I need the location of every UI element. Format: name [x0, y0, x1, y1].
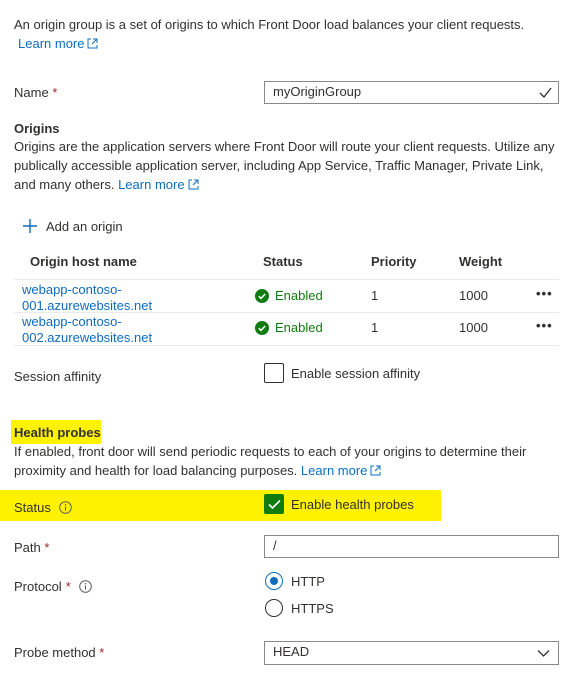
origin-host-line1: webapp-contoso- — [22, 314, 122, 329]
weight-cell: 1000 — [459, 320, 488, 335]
origins-learn-more-link[interactable]: Learn more — [118, 177, 199, 192]
table-divider — [14, 345, 559, 346]
intro-text: An origin group is a set of origins to w… — [14, 15, 554, 34]
more-actions-button[interactable]: ••• — [536, 318, 553, 333]
status-text: Enabled — [275, 320, 323, 335]
checkbox-box — [264, 494, 284, 514]
external-link-icon — [370, 465, 381, 476]
protocol-option-label: HTTP — [291, 573, 325, 589]
origins-heading: Origins — [14, 121, 60, 136]
origin-host-link[interactable]: webapp-contoso- 001.azurewebsites.net — [22, 282, 152, 314]
external-link-icon — [188, 179, 199, 190]
origins-description-text: Origins are the application servers wher… — [14, 139, 555, 192]
health-probes-heading: Health probes — [14, 425, 101, 440]
health-probes-description: If enabled, front door will send periodi… — [14, 442, 559, 480]
name-input[interactable]: myOriginGroup — [264, 81, 559, 104]
table-row: webapp-contoso- 002.azurewebsites.net En… — [14, 313, 559, 345]
required-mark: * — [65, 579, 71, 594]
path-input-value: / — [273, 538, 277, 553]
session-affinity-checkbox[interactable]: Enable session affinity — [264, 363, 420, 383]
column-header-weight: Weight — [459, 254, 503, 269]
success-check-icon — [255, 320, 269, 335]
path-label: Path * — [14, 540, 49, 555]
info-icon[interactable] — [78, 580, 92, 593]
origin-host-line1: webapp-contoso- — [22, 282, 122, 297]
origins-description: Origins are the application servers wher… — [14, 137, 559, 194]
weight-cell: 1000 — [459, 288, 488, 303]
radio-button — [265, 572, 283, 590]
path-label-text: Path — [14, 540, 41, 555]
radio-button — [265, 599, 283, 617]
column-header-host: Origin host name — [30, 254, 137, 269]
origin-host-link[interactable]: webapp-contoso- 002.azurewebsites.net — [22, 314, 152, 346]
enable-health-probes-checkbox[interactable]: Enable health probes — [264, 494, 414, 514]
health-probes-learn-more-label: Learn more — [300, 463, 368, 478]
status-text: Enabled — [275, 288, 323, 303]
name-label: Name * — [14, 85, 57, 100]
intro-learn-more-link[interactable]: Learn more — [18, 34, 98, 53]
status-label-text: Status — [14, 500, 51, 515]
plus-icon — [23, 219, 37, 233]
session-affinity-checkbox-label: Enable session affinity — [291, 365, 421, 381]
checkbox-box — [264, 363, 284, 383]
required-mark: * — [52, 85, 58, 100]
origins-learn-more-label: Learn more — [118, 177, 185, 192]
enable-health-probes-label: Enable health probes — [291, 496, 414, 512]
protocol-radio-http[interactable]: HTTP — [265, 572, 325, 590]
checkmark-icon — [268, 499, 281, 510]
intro-learn-more-label: Learn more — [18, 36, 85, 51]
priority-cell: 1 — [371, 288, 379, 303]
name-input-value: myOriginGroup — [273, 84, 362, 99]
probe-method-label: Probe method * — [14, 645, 104, 660]
status-cell: Enabled — [255, 288, 323, 303]
probe-method-value: HEAD — [273, 644, 310, 659]
success-check-icon — [255, 288, 269, 303]
status-cell: Enabled — [255, 320, 323, 335]
path-input[interactable]: / — [264, 535, 559, 558]
protocol-label-text: Protocol — [14, 579, 62, 594]
valid-check-icon — [539, 87, 552, 98]
column-header-priority: Priority — [371, 254, 417, 269]
info-icon[interactable] — [59, 501, 72, 514]
required-mark: * — [44, 540, 50, 555]
more-actions-button[interactable]: ••• — [536, 286, 553, 301]
protocol-option-label: HTTPS — [291, 600, 334, 616]
required-mark: * — [99, 645, 105, 660]
priority-cell: 1 — [371, 320, 379, 335]
add-origin-button[interactable]: Add an origin — [22, 218, 123, 234]
health-probes-learn-more-link[interactable]: Learn more — [301, 463, 381, 478]
session-affinity-label: Session affinity — [14, 369, 102, 384]
origin-host-line2: 002.azurewebsites.net — [22, 330, 153, 345]
name-label-text: Name — [14, 85, 49, 100]
protocol-label: Protocol * — [14, 579, 92, 594]
probe-method-dropdown[interactable]: HEAD — [264, 641, 559, 665]
probe-method-label-text: Probe method — [14, 645, 96, 660]
add-origin-label: Add an origin — [46, 218, 123, 234]
table-row: webapp-contoso- 001.azurewebsites.net En… — [14, 280, 559, 314]
health-probes-description-text: If enabled, front door will send periodi… — [14, 444, 527, 478]
column-header-status: Status — [263, 254, 303, 269]
intro-description: An origin group is a set of origins to w… — [14, 17, 525, 32]
chevron-down-icon — [537, 650, 550, 657]
protocol-radio-https[interactable]: HTTPS — [265, 599, 334, 617]
status-label: Status — [14, 500, 72, 515]
external-link-icon — [87, 38, 98, 49]
